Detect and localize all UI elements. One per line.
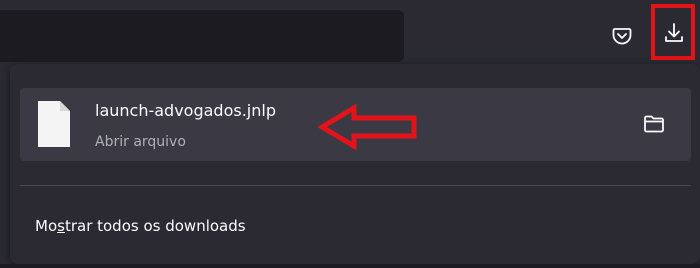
panel-separator [20, 185, 691, 186]
file-icon [38, 101, 70, 147]
download-status: Abrir arquivo [95, 134, 186, 150]
pocket-icon [612, 28, 632, 45]
download-filename: launch-advogados.jnlp [95, 101, 276, 120]
annotation-highlight-box [651, 4, 695, 60]
pocket-button[interactable] [606, 20, 638, 52]
url-bar[interactable] [0, 10, 404, 62]
show-all-suffix: trar todos os downloads [64, 217, 246, 235]
show-in-folder-button[interactable] [638, 108, 670, 140]
show-all-downloads-button[interactable]: Mostrar todos os downloads [35, 217, 246, 235]
panel-bottom-edge [0, 264, 700, 268]
show-all-accesskey: s [57, 217, 65, 235]
folder-icon [644, 115, 664, 133]
show-all-prefix: Mo [35, 217, 58, 235]
arrow-left-icon [318, 104, 417, 150]
